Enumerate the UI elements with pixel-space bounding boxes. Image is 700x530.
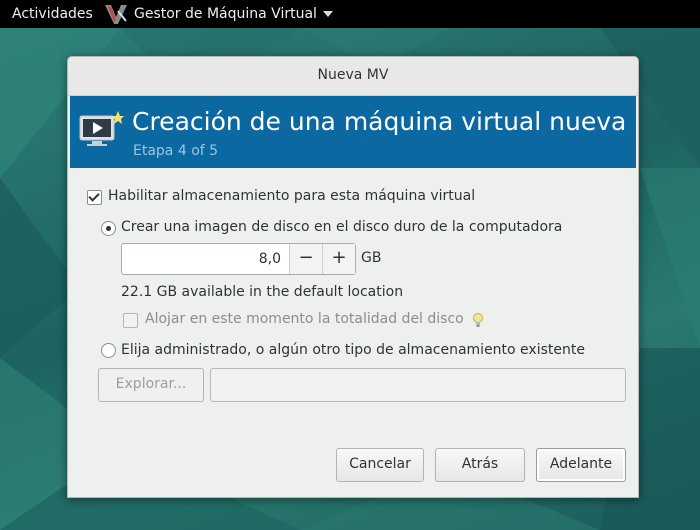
app-menu[interactable]: Gestor de Máquina Virtual	[104, 3, 333, 25]
forward-button[interactable]: Adelante	[536, 448, 626, 482]
back-button[interactable]: Atrás	[435, 448, 525, 482]
disk-size-value[interactable]: 8,0	[122, 244, 289, 274]
existing-storage-label[interactable]: Elija administrado, o algún otro tipo de…	[121, 342, 585, 358]
lightbulb-icon	[473, 313, 483, 327]
wizard-banner: Creación de una máquina virtual nueva Et…	[70, 96, 636, 168]
create-disk-label[interactable]: Crear una imagen de disco en el disco du…	[121, 219, 562, 235]
enable-storage-checkbox[interactable]	[87, 190, 102, 205]
cancel-button[interactable]: Cancelar	[336, 448, 424, 482]
banner-title: Creación de una máquina virtual nueva	[132, 107, 627, 136]
app-menu-label: Gestor de Máquina Virtual	[134, 6, 317, 22]
available-space-text: 22.1 GB available in the default locatio…	[121, 284, 404, 300]
disk-size-unit: GB	[361, 250, 382, 266]
increment-button[interactable]: +	[322, 244, 355, 274]
dialog-title: Nueva MV	[68, 57, 638, 96]
disk-size-spinner[interactable]: 8,0 − +	[121, 243, 356, 275]
browse-button[interactable]: Explorar...	[98, 368, 204, 402]
top-bar: Actividades Gestor de Máquina Virtual	[0, 0, 700, 28]
new-vm-dialog: Nueva MV Creación de una máquina virtual…	[67, 56, 639, 498]
decrement-button[interactable]: −	[289, 244, 322, 274]
create-disk-radio[interactable]	[101, 221, 116, 236]
existing-storage-radio[interactable]	[101, 343, 116, 358]
allocate-now-label: Alojar en este momento la totalidad del …	[145, 311, 464, 327]
storage-path-input[interactable]	[210, 368, 626, 402]
monitor-play-icon	[79, 111, 124, 146]
virt-manager-icon	[105, 5, 127, 24]
banner-step: Etapa 4 of 5	[133, 143, 219, 159]
chevron-down-icon	[322, 11, 333, 17]
allocate-now-checkbox[interactable]	[123, 313, 138, 328]
activities-button[interactable]: Actividades	[12, 6, 93, 22]
enable-storage-label[interactable]: Habilitar almacenamiento para esta máqui…	[108, 188, 475, 204]
